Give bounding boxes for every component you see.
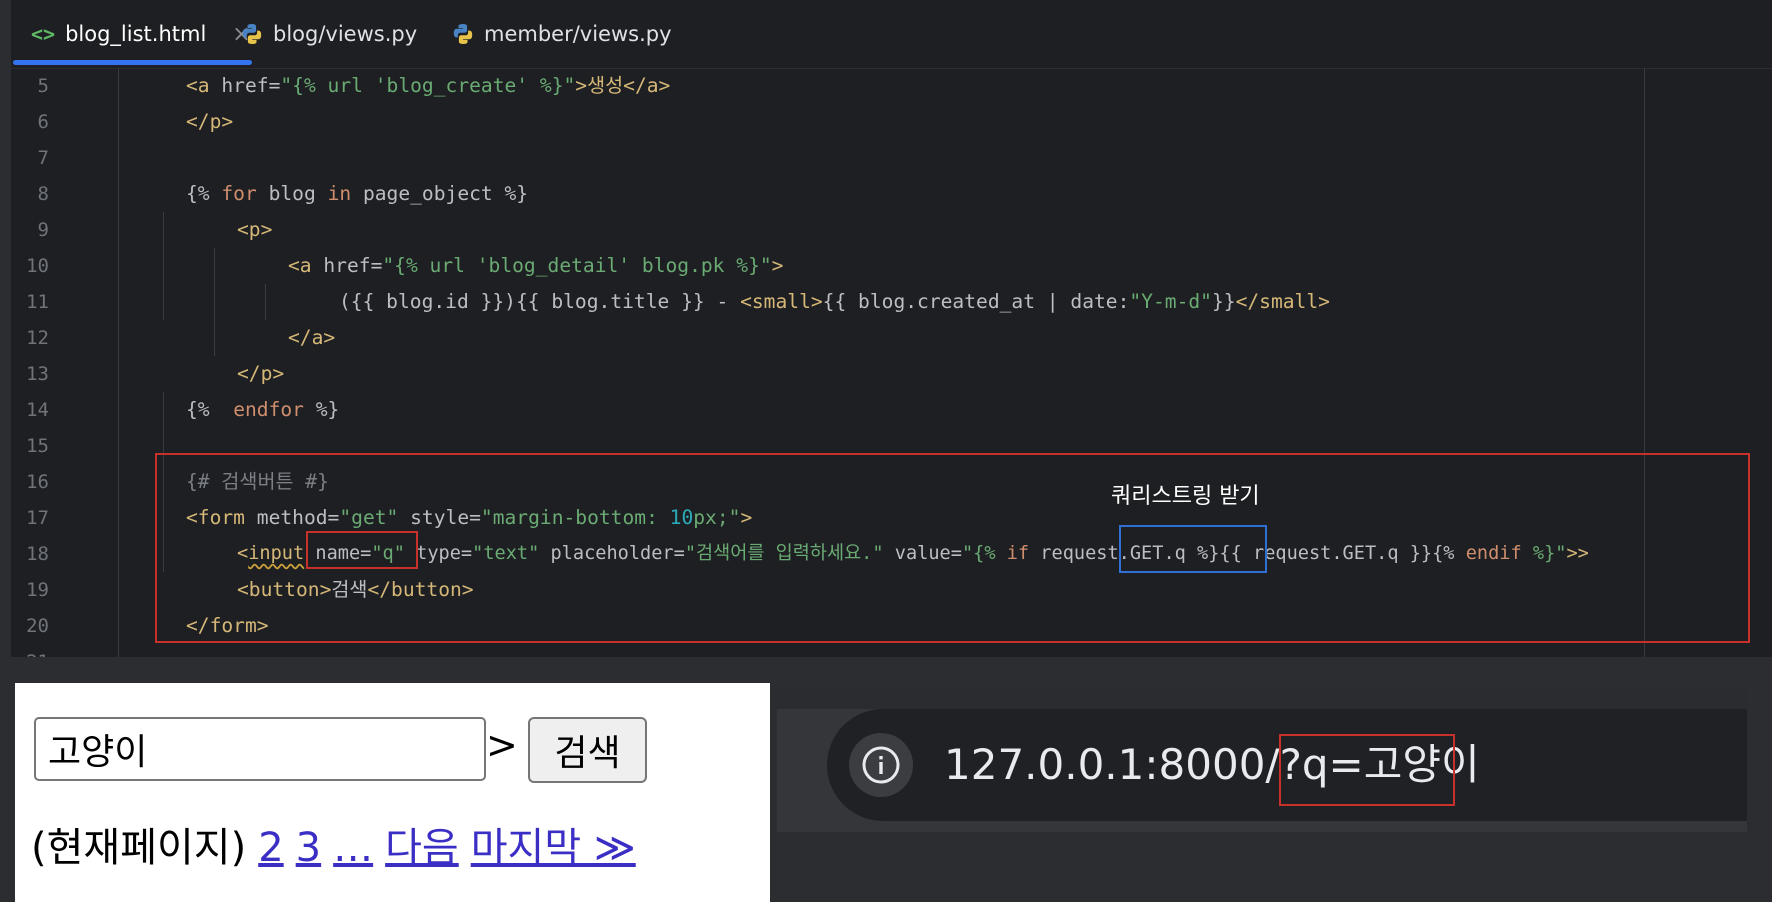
indent-guide — [163, 212, 164, 320]
search-button[interactable]: 검색 — [528, 717, 647, 783]
code-line-11: ({{ blog.id }}){{ blog.title }} - <small… — [339, 290, 1330, 313]
request-get-highlight-box — [1119, 525, 1267, 573]
line-number: 9 — [37, 219, 49, 241]
python-icon — [242, 24, 262, 44]
line-number: 8 — [37, 183, 49, 205]
line-number: 13 — [26, 363, 49, 385]
code-line-13: </p> — [237, 362, 285, 385]
pagination: (현재페이지) 2 3 … 다음 마지막 ≫ — [31, 815, 636, 873]
line-number: 19 — [26, 579, 49, 601]
page-link-ellipsis[interactable]: … — [333, 825, 373, 871]
line-number: 16 — [26, 471, 49, 493]
line-number: 14 — [26, 399, 49, 421]
code-line-12: </a> — [288, 326, 336, 349]
tab-blog-views-py[interactable]: blog/views.py — [241, 0, 417, 68]
rendered-page: > 검색 (현재페이지)23 … 다음 마지막 ≫ — [15, 683, 770, 902]
page-link-2[interactable]: 2 — [258, 825, 283, 871]
python-icon — [453, 24, 473, 44]
name-q-highlight-box — [306, 531, 418, 569]
code-editor: <> blog_list.html × blog/views.py member… — [11, 0, 1772, 657]
code-line-8: {% for blog in page_object %} — [186, 182, 529, 205]
line-number: 10 — [26, 255, 49, 277]
code-line-5: <a href="{% url 'blog_create' %}">생성</a> — [186, 74, 671, 97]
line-number: 12 — [26, 327, 49, 349]
line-number: 11 — [26, 291, 49, 313]
html-tag-icon: <> — [31, 22, 56, 46]
editor-tab-bar: <> blog_list.html × blog/views.py member… — [11, 0, 1772, 69]
code-line-9: <p> — [237, 218, 273, 241]
line-number: 7 — [37, 147, 49, 169]
page-link-3[interactable]: 3 — [296, 825, 321, 871]
code-line-6: </p> — [186, 110, 234, 133]
current-page-label: (현재페이지) — [31, 825, 247, 871]
line-number-gutter: 5 6 7 8 9 10 11 12 13 14 15 16 17 18 19 … — [11, 68, 73, 657]
indent-guide — [214, 248, 215, 356]
last-page-link[interactable]: 마지막 ≫ — [471, 825, 636, 871]
line-number: 17 — [26, 507, 49, 529]
code-line-14: {% endfor %} — [186, 398, 340, 421]
tab-label: member/views.py — [484, 22, 672, 46]
active-tab-indicator — [13, 60, 252, 65]
tab-member-views-py[interactable]: member/views.py — [452, 0, 672, 68]
search-input[interactable] — [34, 717, 486, 781]
line-number: 5 — [37, 75, 49, 97]
tab-label: blog_list.html — [65, 22, 207, 46]
tab-label: blog/views.py — [273, 22, 418, 46]
line-number: 15 — [26, 435, 49, 457]
next-page-link[interactable]: 다음 — [385, 825, 459, 871]
line-number: 21 — [11, 644, 49, 657]
line-number: 6 — [37, 111, 49, 133]
indent-guide — [265, 284, 266, 320]
querystring-annotation: 쿼리스트링 받기 — [1111, 484, 1260, 509]
browser-address-area: 127.0.0.1:8000/?q=고양이 — [777, 687, 1747, 832]
stray-gt-text: > — [486, 723, 518, 767]
tab-blog-list-html[interactable]: <> blog_list.html × — [31, 0, 251, 68]
line-number: 20 — [26, 615, 49, 637]
code-line-10: <a href="{% url 'blog_detail' blog.pk %}… — [288, 254, 784, 277]
info-icon[interactable] — [849, 733, 913, 797]
query-param-highlight-box — [1279, 734, 1455, 806]
toolbar-strip — [777, 687, 1747, 709]
line-number: 18 — [26, 543, 49, 565]
